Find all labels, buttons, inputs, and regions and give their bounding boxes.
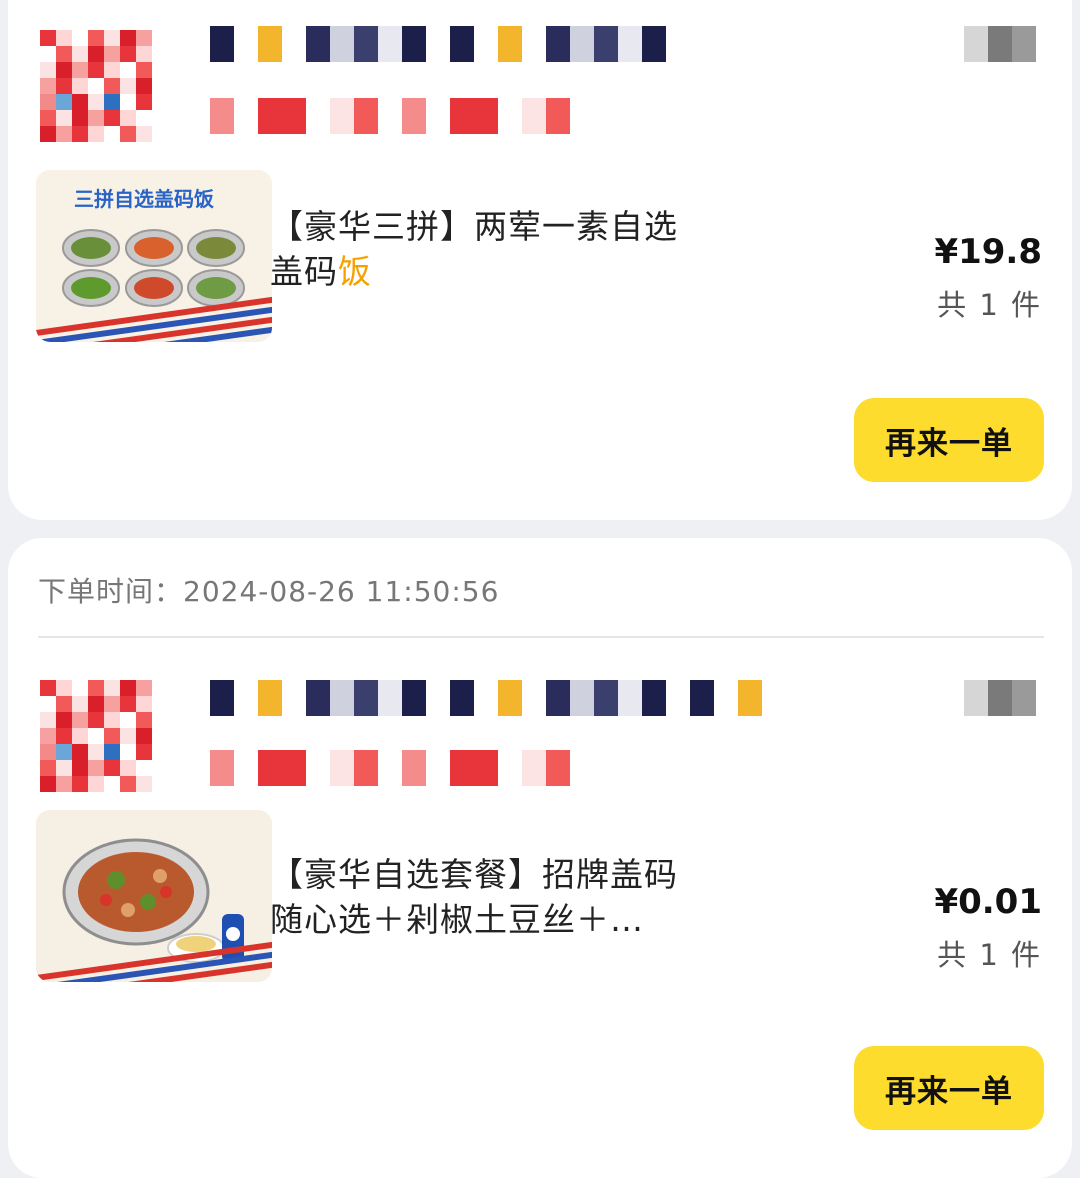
- item-title-highlight: 饭: [338, 252, 372, 291]
- divider: [38, 636, 1044, 638]
- store-logo-avatar[interactable]: [40, 680, 152, 792]
- order-time: 下单时间：2024-08-26 11:50:56: [38, 570, 499, 610]
- food-image: [36, 810, 272, 982]
- thumb-banner-text: 三拼自选盖码饭: [74, 187, 214, 211]
- item-thumbnail[interactable]: [36, 810, 272, 982]
- item-price: ¥19.8: [934, 232, 1042, 272]
- item-price: ¥0.01: [934, 882, 1042, 922]
- reorder-button[interactable]: 再来一单: [854, 398, 1044, 482]
- order-status-redacted: [940, 26, 1050, 62]
- store-logo-avatar[interactable]: [40, 30, 152, 142]
- order-status-redacted: [940, 680, 1050, 716]
- store-subtitle-redacted: [186, 98, 576, 134]
- item-title-main: 【豪华三拼】两荤一素自选盖码: [270, 207, 678, 291]
- store-name-redacted[interactable]: [186, 26, 706, 62]
- item-thumbnail[interactable]: 三拼自选盖码饭: [36, 170, 272, 342]
- order-time-value: 2024-08-26 11:50:56: [183, 575, 500, 608]
- item-title-main: 【豪华自选套餐】招牌盖码随心选＋剁椒土豆丝＋…: [270, 855, 678, 939]
- order-time-label: 下单时间：: [38, 575, 184, 608]
- item-title[interactable]: 【豪华三拼】两荤一素自选盖码饭: [270, 204, 710, 294]
- store-subtitle-redacted: [186, 750, 576, 786]
- item-count: 共 1 件: [937, 938, 1042, 972]
- food-image: 三拼自选盖码饭: [36, 170, 272, 342]
- reorder-button[interactable]: 再来一单: [854, 1046, 1044, 1130]
- order-card: 三拼自选盖码饭 【豪华三拼】两荤一素自选盖码饭 ¥19.8 共 1 件 再来一单: [8, 0, 1072, 520]
- item-count: 共 1 件: [937, 288, 1042, 322]
- order-card: 下单时间：2024-08-26 11:50:56 【豪华自选套餐】招牌盖码随心选…: [8, 538, 1072, 1178]
- item-title[interactable]: 【豪华自选套餐】招牌盖码随心选＋剁椒土豆丝＋…: [270, 852, 710, 942]
- store-name-redacted[interactable]: [186, 680, 806, 716]
